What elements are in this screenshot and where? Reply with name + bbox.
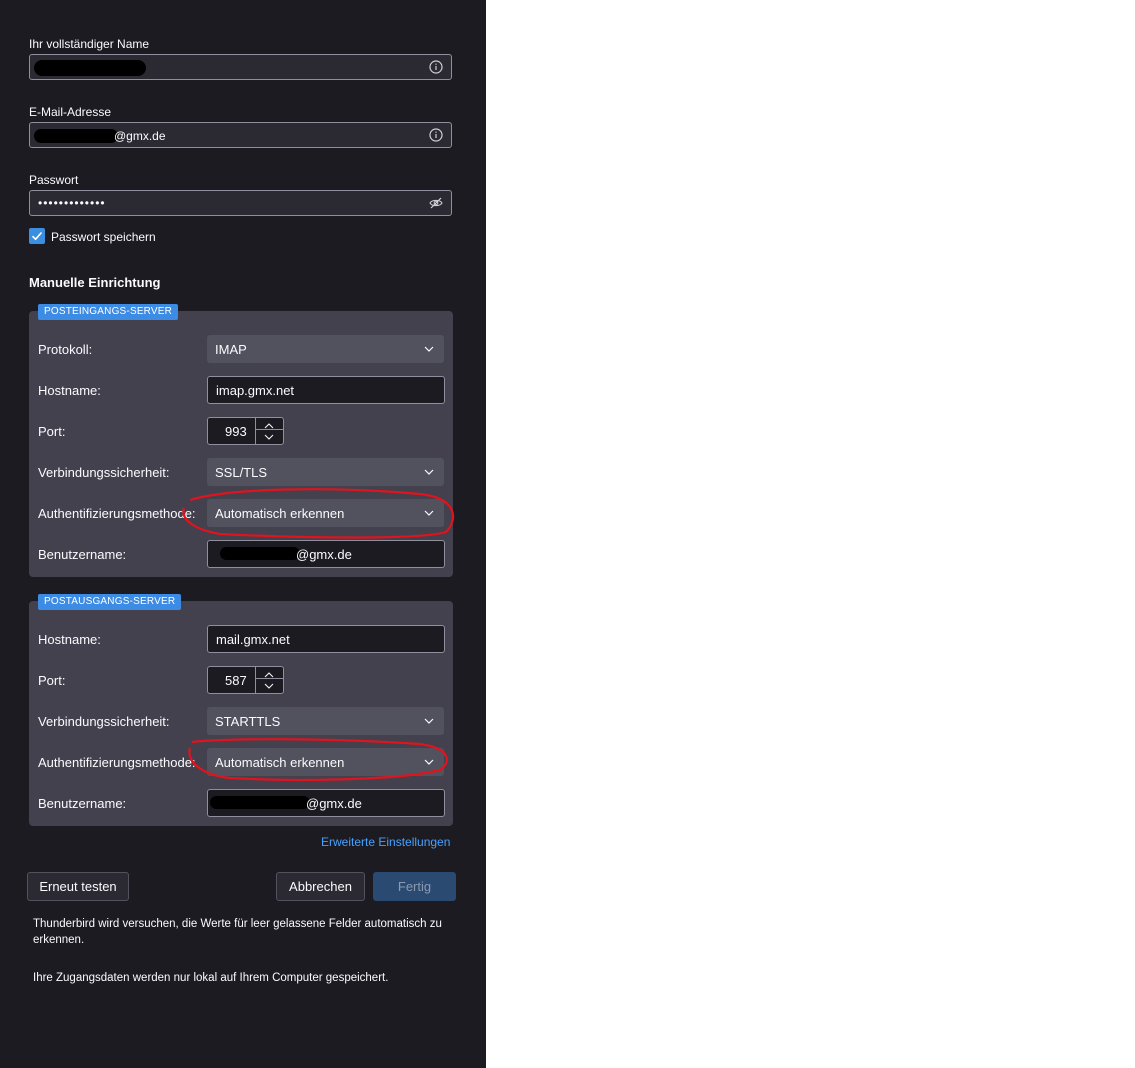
incoming-protocol-value: IMAP xyxy=(215,342,247,357)
email-suffix: @gmx.de xyxy=(114,129,166,143)
incoming-security-label: Verbindungssicherheit: xyxy=(38,465,170,480)
eye-slash-icon[interactable] xyxy=(429,196,443,210)
incoming-security-select[interactable]: SSL/TLS xyxy=(207,458,444,486)
incoming-username-suffix: @gmx.de xyxy=(296,547,352,562)
chevron-up-icon[interactable] xyxy=(256,420,282,431)
outgoing-security-value: STARTTLS xyxy=(215,714,281,729)
chevron-down-icon xyxy=(424,510,434,516)
chevron-down-icon xyxy=(424,759,434,765)
incoming-auth-value: Automatisch erkennen xyxy=(215,506,345,521)
name-field[interactable] xyxy=(29,54,452,80)
outgoing-auth-value: Automatisch erkennen xyxy=(215,755,345,770)
redacted-username xyxy=(210,796,310,809)
incoming-port-input[interactable]: 993 xyxy=(207,417,284,445)
outgoing-port-label: Port: xyxy=(38,673,66,688)
account-setup-panel: Ihr vollständiger Name E-Mail-Adresse @g… xyxy=(0,0,486,1068)
info-icon[interactable] xyxy=(429,128,443,142)
incoming-security-value: SSL/TLS xyxy=(215,465,268,480)
email-label: E-Mail-Adresse xyxy=(29,105,112,119)
incoming-hostname-label: Hostname: xyxy=(38,383,101,398)
outgoing-auth-label: Authentifizierungsmethode: xyxy=(38,755,196,770)
save-password-label: Passwort speichern xyxy=(51,230,156,244)
incoming-hostname-value: imap.gmx.net xyxy=(216,383,295,398)
outgoing-hostname-input[interactable]: mail.gmx.net xyxy=(207,625,445,653)
save-password-checkbox[interactable] xyxy=(29,228,45,244)
autodetect-note: Thunderbird wird versuchen, die Werte fü… xyxy=(33,918,442,946)
outgoing-auth-select[interactable]: Automatisch erkennen xyxy=(207,748,444,776)
outgoing-hostname-value: mail.gmx.net xyxy=(216,632,290,647)
outgoing-security-select[interactable]: STARTTLS xyxy=(207,707,444,735)
name-label: Ihr vollständiger Name xyxy=(29,37,150,51)
local-storage-note: Ihre Zugangsdaten werden nur lokal auf I… xyxy=(33,972,389,984)
incoming-username-label: Benutzername: xyxy=(38,547,127,562)
outgoing-username-suffix: @gmx.de xyxy=(306,796,362,811)
chevron-down-icon xyxy=(424,469,434,475)
outgoing-port-stepper[interactable] xyxy=(255,667,283,693)
info-icon[interactable] xyxy=(429,60,443,74)
chevron-down-icon xyxy=(424,346,434,352)
chevron-down-icon[interactable] xyxy=(256,431,282,443)
manual-setup-title: Manuelle Einrichtung xyxy=(29,275,161,290)
password-value: ••••••••••••• xyxy=(38,196,106,210)
incoming-port-stepper[interactable] xyxy=(255,418,283,444)
incoming-hostname-input[interactable]: imap.gmx.net xyxy=(207,376,445,404)
redacted-username xyxy=(220,547,300,560)
chevron-up-icon[interactable] xyxy=(256,669,282,680)
incoming-auth-select[interactable]: Automatisch erkennen xyxy=(207,499,444,527)
redacted-name xyxy=(34,60,146,76)
chevron-down-icon[interactable] xyxy=(256,680,282,692)
password-field[interactable]: ••••••••••••• xyxy=(29,190,452,216)
redacted-email xyxy=(34,129,118,143)
password-label: Passwort xyxy=(29,173,79,187)
checkmark-icon xyxy=(31,231,43,241)
outgoing-username-label: Benutzername: xyxy=(38,796,127,811)
incoming-port-label: Port: xyxy=(38,424,66,439)
outgoing-username-input[interactable]: @gmx.de xyxy=(207,789,445,817)
incoming-port-value: 993 xyxy=(225,424,247,439)
retest-button[interactable]: Erneut testen xyxy=(27,872,129,901)
incoming-protocol-label: Protokoll: xyxy=(38,342,93,357)
incoming-username-input[interactable]: @gmx.de xyxy=(207,540,445,568)
outgoing-port-value: 587 xyxy=(225,673,247,688)
incoming-protocol-select[interactable]: IMAP xyxy=(207,335,444,363)
outgoing-hostname-label: Hostname: xyxy=(38,632,101,647)
incoming-server-tag: POSTEINGANGS-SERVER xyxy=(38,304,179,320)
outgoing-port-input[interactable]: 587 xyxy=(207,666,284,694)
outgoing-security-label: Verbindungssicherheit: xyxy=(38,714,170,729)
outgoing-server-tag: POSTAUSGANGS-SERVER xyxy=(38,594,182,610)
advanced-settings-link[interactable]: Erweiterte Einstellungen xyxy=(321,835,450,849)
incoming-auth-label: Authentifizierungsmethode: xyxy=(38,506,196,521)
cancel-button[interactable]: Abbrechen xyxy=(276,872,365,901)
email-field[interactable]: @gmx.de xyxy=(29,122,452,148)
chevron-down-icon xyxy=(424,718,434,724)
done-button[interactable]: Fertig xyxy=(373,872,456,901)
